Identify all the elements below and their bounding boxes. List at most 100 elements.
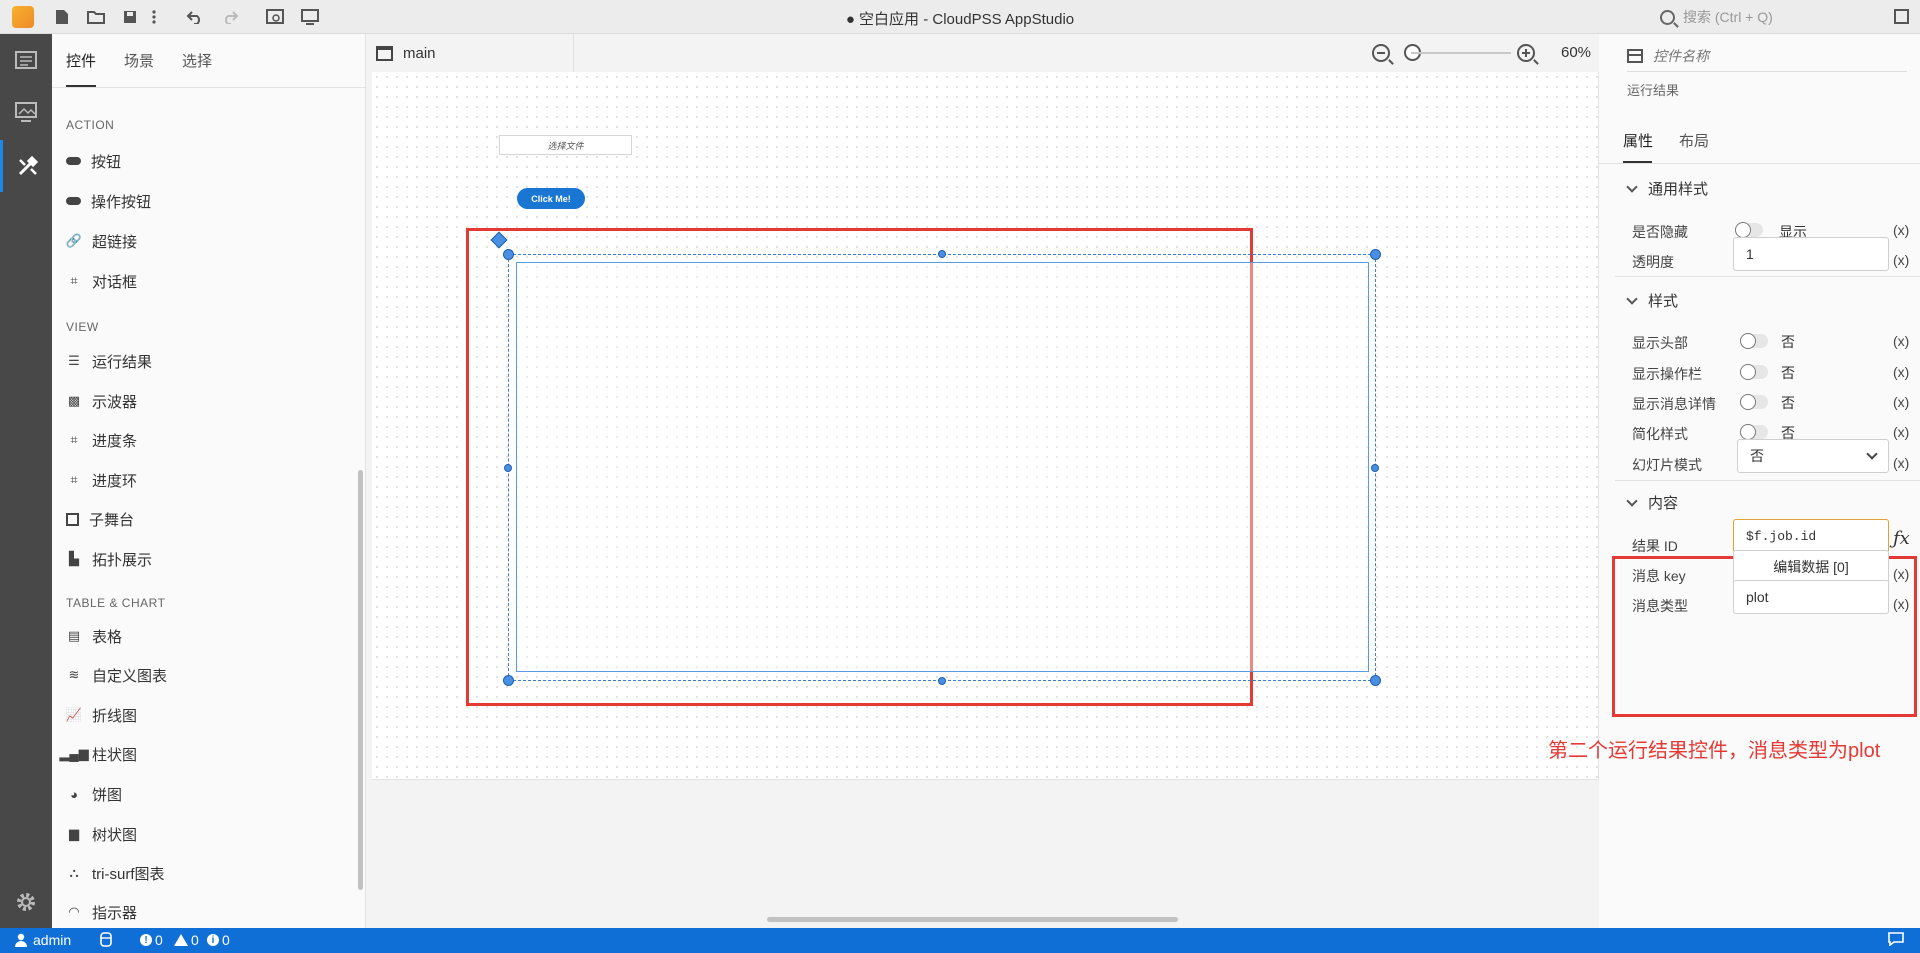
component-item-oscilloscope[interactable]: ▩ 示波器 <box>66 386 137 416</box>
pages-icon[interactable] <box>0 34 52 86</box>
debug-icon[interactable] <box>300 7 320 27</box>
result-id-input[interactable]: $f.job.id <box>1733 519 1889 553</box>
component-list-scrollbar[interactable] <box>356 90 364 922</box>
window-icon <box>376 45 393 61</box>
canvas-horizontal-scrollbar[interactable] <box>366 912 1599 926</box>
new-file-icon[interactable] <box>52 7 72 27</box>
show-toolbar-toggle[interactable] <box>1740 364 1768 380</box>
expression-toggle-button[interactable]: (x) <box>1893 364 1909 380</box>
component-item-sub-stage[interactable]: 子舞台 <box>66 504 134 534</box>
bar-chart-icon: ▂▄▆ <box>59 746 89 761</box>
resize-handle-nw[interactable] <box>503 249 514 260</box>
tab-controls[interactable]: 控件 <box>66 50 96 71</box>
scrollbar-thumb[interactable] <box>358 470 363 890</box>
redo-icon[interactable] <box>220 7 240 27</box>
maximize-icon[interactable] <box>1894 9 1909 24</box>
component-item-bar-chart[interactable]: ▂▄▆ 柱状图 <box>59 739 137 769</box>
user-status[interactable]: admin <box>14 932 71 948</box>
component-item-custom-chart[interactable]: ≋ 自定义图表 <box>66 660 167 690</box>
app-logo-icon[interactable] <box>12 6 34 28</box>
group-content[interactable]: 内容 <box>1626 492 1678 513</box>
message-type-input[interactable]: plot <box>1733 580 1889 614</box>
component-item-tree-chart[interactable]: ▆ 树状图 <box>66 819 137 849</box>
click-me-button[interactable]: Click Me! <box>517 188 585 209</box>
tab-selection[interactable]: 选择 <box>182 50 212 71</box>
save-icon[interactable] <box>120 7 140 27</box>
zoom-slider[interactable] <box>1411 52 1511 54</box>
more-icon[interactable] <box>148 7 160 27</box>
component-item-run-result[interactable]: ☰ 运行结果 <box>66 346 152 376</box>
component-panel: 控件 场景 选择 ACTION 按钮 操作按钮 🔗 超链接 ⌗ 对话框 VIEW ☰… <box>52 34 366 928</box>
slideshow-select[interactable]: 否 <box>1737 439 1889 473</box>
warning-count[interactable]: 0 <box>174 932 199 948</box>
expression-toggle-button[interactable]: (x) <box>1893 596 1909 612</box>
component-item-progress-bar[interactable]: ⌗ 进度条 <box>66 425 137 455</box>
component-item-trisurf-chart[interactable]: ⛬ tri-surf图表 <box>66 858 164 888</box>
show-header-toggle[interactable] <box>1740 333 1768 349</box>
group-style[interactable]: 样式 <box>1626 290 1678 311</box>
tab-main[interactable]: main <box>374 34 574 72</box>
component-item-indicator[interactable]: ◠ 指示器 <box>66 897 137 927</box>
component-tabs: 控件 场景 选择 <box>52 34 366 88</box>
open-folder-icon[interactable] <box>86 7 106 27</box>
component-item-table[interactable]: ▤ 表格 <box>66 621 122 651</box>
line-chart-icon: 📈 <box>65 707 83 722</box>
tab-layout[interactable]: 布局 <box>1679 130 1709 151</box>
resize-handle-sw[interactable] <box>503 675 514 686</box>
scrollbar-thumb[interactable] <box>767 917 1178 922</box>
file-select-control[interactable]: 选择文件 <box>499 135 632 155</box>
component-item-button[interactable]: 按钮 <box>66 146 121 176</box>
component-item-pie-chart[interactable]: ◕ 饼图 <box>66 779 122 809</box>
zoom-out-icon[interactable] <box>1372 44 1390 62</box>
notifications-icon[interactable] <box>1888 932 1904 946</box>
database-icon[interactable] <box>100 932 112 947</box>
simplified-toggle[interactable] <box>1740 424 1768 440</box>
settings-gear-icon[interactable] <box>0 876 52 928</box>
run-result-control[interactable] <box>516 262 1369 672</box>
status-bar: admin ! 0 0 i0 <box>0 928 1920 953</box>
expression-toggle-button[interactable]: (x) <box>1893 566 1909 582</box>
hidden-toggle[interactable] <box>1735 222 1763 238</box>
tab-scenes[interactable]: 场景 <box>124 50 154 71</box>
component-item-line-chart[interactable]: 📈 折线图 <box>66 700 137 730</box>
components-tools-icon[interactable] <box>0 140 52 192</box>
chevron-down-icon <box>1626 292 1638 305</box>
error-count[interactable]: ! 0 <box>140 932 163 948</box>
tab-properties[interactable]: 属性 <box>1623 130 1653 151</box>
trisurf-icon: ⛬ <box>69 865 79 880</box>
component-item-topology[interactable]: ▙ 拓扑展示 <box>66 544 152 574</box>
resize-handle-s[interactable] <box>938 677 946 685</box>
undo-icon[interactable] <box>185 7 205 27</box>
design-canvas[interactable]: 选择文件 Click Me! <box>372 72 1599 780</box>
resize-handle-n[interactable] <box>938 250 946 258</box>
group-general-style[interactable]: 通用样式 <box>1626 178 1708 199</box>
expression-toggle-button[interactable]: (x) <box>1893 424 1909 440</box>
resize-handle-se[interactable] <box>1370 675 1381 686</box>
component-item-label: 按钮 <box>91 153 122 171</box>
expression-toggle-button[interactable]: (x) <box>1893 222 1909 238</box>
resize-handle-e[interactable] <box>1371 464 1379 472</box>
opacity-input[interactable]: 1 <box>1733 237 1889 271</box>
resize-handle-ne[interactable] <box>1370 249 1381 260</box>
error-icon: ! <box>140 934 152 946</box>
component-item-label: 进度条 <box>92 432 138 450</box>
info-icon: i <box>207 934 219 946</box>
component-item-hyperlink[interactable]: 🔗 超链接 <box>66 226 137 256</box>
expression-toggle-button[interactable]: (x) <box>1893 455 1909 471</box>
component-item-dialog[interactable]: ⌗ 对话框 <box>66 266 137 296</box>
edit-data-button[interactable]: 编辑数据 [0] <box>1733 550 1889 584</box>
show-detail-toggle[interactable] <box>1740 394 1768 410</box>
function-fx-icon[interactable]: ƒx <box>1893 528 1910 549</box>
expression-toggle-button[interactable]: (x) <box>1893 394 1909 410</box>
expression-toggle-button[interactable]: (x) <box>1893 252 1909 268</box>
preview-icon[interactable] <box>265 7 285 27</box>
control-name-input[interactable] <box>1653 47 1893 64</box>
component-item-action-button[interactable]: 操作按钮 <box>66 186 151 216</box>
info-count[interactable]: i0 <box>207 932 230 948</box>
command-search[interactable]: 搜索 (Ctrl + Q) <box>1660 4 1900 30</box>
resize-handle-w[interactable] <box>504 464 512 472</box>
resources-icon[interactable] <box>0 86 52 138</box>
expression-toggle-button[interactable]: (x) <box>1893 333 1909 349</box>
component-item-progress-ring[interactable]: ⌗ 进度环 <box>66 465 137 495</box>
zoom-in-icon[interactable] <box>1517 44 1535 62</box>
